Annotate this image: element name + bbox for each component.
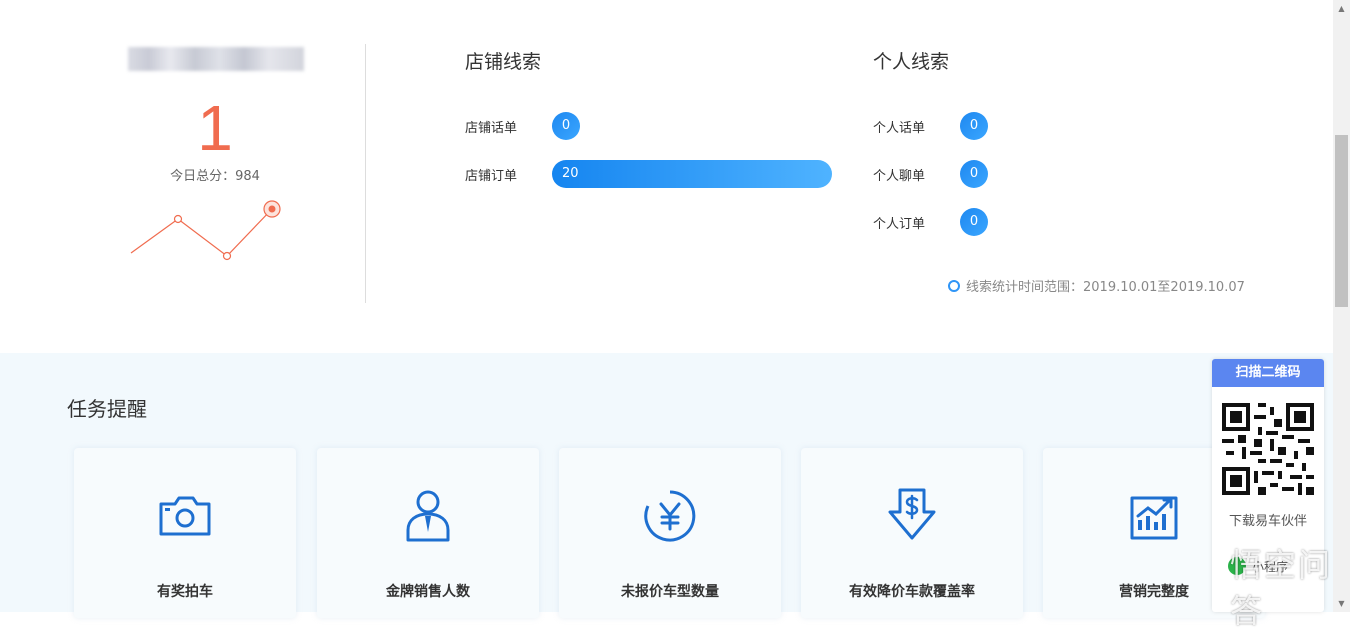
- task-card-price-drop[interactable]: 有效降价车款覆盖率: [801, 448, 1023, 618]
- personal-chat-count[interactable]: 0: [960, 160, 988, 188]
- store-order-label: 店铺订单: [465, 169, 518, 184]
- qr-code-icon[interactable]: [1218, 399, 1318, 499]
- personal-chat-label: 个人聊单: [873, 169, 926, 184]
- trend-point-current-dot: [268, 205, 276, 213]
- qr-caption: 下载易车伙伴: [1228, 514, 1307, 529]
- personal-call-count[interactable]: 0: [960, 112, 988, 140]
- salesperson-icon: [406, 490, 450, 542]
- scroll-up-arrow-icon[interactable]: ▲: [1333, 0, 1350, 17]
- store-leads-title: 店铺线索: [465, 51, 542, 73]
- store-call-count[interactable]: 0: [552, 112, 580, 140]
- trend-point: [173, 214, 183, 224]
- personal-order-count[interactable]: 0: [960, 208, 988, 236]
- vertical-divider: [365, 44, 366, 303]
- task-card-label: 有效降价车款覆盖率: [849, 584, 975, 600]
- score-value: 1: [197, 92, 233, 164]
- watermark: 悟空问答: [1230, 546, 1333, 630]
- score-trend-line: [130, 200, 281, 261]
- task-reminder-title: 任务提醒: [67, 397, 147, 421]
- personal-order-label: 个人订单: [873, 217, 926, 232]
- task-card-label: 有奖拍车: [157, 584, 213, 600]
- camera-icon: [159, 496, 211, 536]
- today-total-score: 今日总分：984: [170, 169, 260, 184]
- store-order-bar[interactable]: 20: [552, 160, 832, 188]
- store-call-label: 店铺话单: [465, 121, 518, 136]
- task-card-gold-sales[interactable]: 金牌销售人数: [317, 448, 539, 618]
- blurred-store-name: [128, 47, 304, 71]
- yuan-icon: [644, 490, 696, 542]
- task-card-unquoted[interactable]: 未报价车型数量: [559, 448, 781, 618]
- stat-time-range-text: 线索统计时间范围：2019.10.01至2019.10.07: [966, 280, 1245, 295]
- task-card-label: 金牌销售人数: [386, 584, 470, 600]
- circle-icon: [948, 279, 960, 292]
- personal-call-label: 个人话单: [873, 121, 926, 136]
- trend-point: [222, 251, 232, 261]
- scroll-down-arrow-icon[interactable]: ▼: [1333, 595, 1350, 612]
- scrollbar-thumb[interactable]: [1335, 135, 1348, 307]
- chart-up-icon: [1130, 496, 1178, 540]
- scrollbar[interactable]: ▲ ▼: [1333, 0, 1350, 612]
- task-card-label: 未报价车型数量: [621, 584, 719, 600]
- task-card-photo[interactable]: 有奖拍车: [74, 448, 296, 618]
- price-drop-icon: [888, 488, 936, 540]
- personal-leads-title: 个人线索: [873, 51, 950, 73]
- stat-time-range: 线索统计时间范围：2019.10.01至2019.10.07: [948, 276, 1245, 295]
- qr-header: 扫描二维码: [1212, 359, 1324, 387]
